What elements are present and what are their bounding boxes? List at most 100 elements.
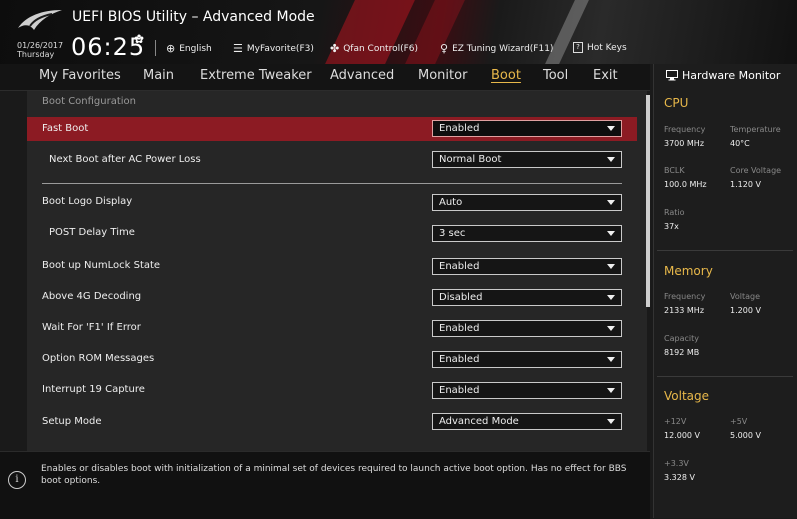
section-title: Boot Configuration	[42, 96, 137, 107]
section-divider	[42, 183, 622, 184]
above-4g-select[interactable]: Disabled	[432, 289, 622, 306]
qfan-label: Qfan Control(F6)	[343, 43, 419, 54]
setting-label-numlock: Boot up NumLock State	[42, 260, 161, 271]
app-title: UEFI BIOS Utility – Advanced Mode	[72, 9, 315, 25]
wait-f1-select[interactable]: Enabled	[432, 320, 622, 337]
tab-tool[interactable]: Tool	[543, 68, 568, 83]
v12-value: 12.000 V	[664, 431, 701, 440]
cpu-frequency-label: Frequency	[664, 125, 706, 134]
chevron-down-icon	[607, 326, 615, 331]
gear-icon[interactable]: ✿	[134, 32, 144, 46]
ez-tuning-label: EZ Tuning Wizard(F11)	[452, 43, 554, 54]
v5-label: +5V	[730, 417, 748, 426]
cpu-temperature-value: 40°C	[730, 139, 750, 148]
day-text: Thursday	[17, 50, 55, 59]
memory-frequency-value: 2133 MHz	[664, 306, 705, 315]
bclk-value: 100.0 MHz	[664, 180, 707, 189]
memory-frequency-label: Frequency	[664, 292, 706, 301]
tab-main[interactable]: Main	[143, 68, 174, 83]
v33-value: 3.328 V	[664, 473, 695, 482]
tab-exit[interactable]: Exit	[593, 68, 618, 83]
my-favorite-button[interactable]: ☰ MyFavorite(F3)	[233, 42, 314, 55]
memory-voltage-value: 1.200 V	[730, 306, 761, 315]
chevron-down-icon	[607, 357, 615, 362]
tab-extreme-tweaker[interactable]: Extreme Tweaker	[200, 68, 312, 83]
ez-tuning-wizard-button[interactable]: ♀ EZ Tuning Wizard(F11)	[440, 42, 553, 55]
setting-label-above-4g: Above 4G Decoding	[42, 291, 142, 302]
memory-voltage-label: Voltage	[730, 292, 761, 301]
chevron-down-icon	[607, 157, 615, 162]
main-nav: My Favorites Main Extreme Tweaker Advanc…	[0, 64, 650, 91]
core-voltage-label: Core Voltage	[730, 166, 782, 175]
tab-my-favorites[interactable]: My Favorites	[39, 68, 121, 83]
language-button[interactable]: ⊕ English	[166, 42, 212, 55]
setting-label-interrupt-19: Interrupt 19 Capture	[42, 384, 145, 395]
setting-label-next-boot-ac: Next Boot after AC Power Loss	[49, 154, 201, 165]
bulb-icon: ♀	[440, 42, 449, 55]
list-icon: ☰	[233, 42, 243, 55]
chevron-down-icon	[607, 200, 615, 205]
above-4g-value: Disabled	[439, 292, 483, 303]
setting-label-setup-mode: Setup Mode	[42, 416, 102, 427]
boot-logo-select[interactable]: Auto	[432, 194, 622, 211]
date-display: 01/26/2017 Thursday	[17, 41, 63, 59]
info-icon: i	[8, 471, 26, 489]
boot-logo-value: Auto	[439, 197, 463, 208]
tab-advanced[interactable]: Advanced	[330, 68, 394, 83]
setup-mode-select[interactable]: Advanced Mode	[432, 413, 622, 430]
my-favorite-label: MyFavorite(F3)	[246, 43, 314, 54]
header-divider	[155, 40, 156, 56]
tab-monitor[interactable]: Monitor	[418, 68, 467, 83]
setting-label-boot-logo: Boot Logo Display	[42, 196, 133, 207]
rog-logo-icon	[18, 10, 62, 30]
globe-icon: ⊕	[166, 42, 176, 55]
setting-label-fast-boot: Fast Boot	[42, 123, 89, 134]
bclk-label: BCLK	[664, 166, 685, 175]
qfan-control-button[interactable]: ✤ Qfan Control(F6)	[330, 42, 418, 55]
chevron-down-icon	[607, 388, 615, 393]
hw-divider	[657, 376, 793, 377]
question-key-icon: ?	[573, 42, 583, 53]
core-voltage-value: 1.120 V	[730, 180, 761, 189]
capacity-value: 8192 MB	[664, 348, 700, 357]
next-boot-ac-select[interactable]: Normal Boot	[432, 151, 622, 168]
voltage-section-title: Voltage	[664, 389, 710, 403]
interrupt-19-value: Enabled	[439, 385, 480, 396]
fast-boot-select[interactable]: Enabled	[432, 120, 622, 137]
cpu-section-title: CPU	[664, 96, 689, 110]
fan-icon: ✤	[330, 42, 340, 55]
numlock-select[interactable]: Enabled	[432, 258, 622, 275]
chevron-down-icon	[607, 295, 615, 300]
option-rom-select[interactable]: Enabled	[432, 351, 622, 368]
ratio-value: 37x	[664, 222, 679, 231]
memory-section-title: Memory	[664, 264, 713, 278]
v5-value: 5.000 V	[730, 431, 761, 440]
fast-boot-value: Enabled	[439, 123, 480, 134]
chevron-down-icon	[607, 126, 615, 131]
chevron-down-icon	[607, 419, 615, 424]
ratio-label: Ratio	[664, 208, 685, 217]
interrupt-19-select[interactable]: Enabled	[432, 382, 622, 399]
capacity-label: Capacity	[664, 334, 699, 343]
setting-label-option-rom: Option ROM Messages	[42, 353, 155, 364]
hot-keys-button[interactable]: ? Hot Keys	[573, 42, 627, 53]
hardware-monitor-label: Hardware Monitor	[682, 69, 781, 82]
monitor-icon	[666, 70, 678, 81]
option-rom-value: Enabled	[439, 354, 480, 365]
v12-label: +12V	[664, 417, 687, 426]
date-text: 01/26/2017	[17, 41, 64, 50]
setting-label-post-delay: POST Delay Time	[49, 227, 135, 238]
post-delay-select[interactable]: 3 sec	[432, 225, 622, 242]
v33-label: +3.3V	[664, 459, 689, 468]
language-label: English	[179, 43, 212, 54]
next-boot-ac-value: Normal Boot	[439, 154, 502, 165]
tab-boot[interactable]: Boot	[491, 68, 521, 83]
hardware-monitor-title: Hardware Monitor	[666, 69, 780, 82]
scrollbar[interactable]	[646, 95, 650, 307]
setup-mode-value: Advanced Mode	[439, 416, 519, 427]
chevron-down-icon	[607, 264, 615, 269]
setting-label-wait-f1: Wait For 'F1' If Error	[42, 322, 141, 333]
hw-divider	[657, 250, 793, 251]
wait-f1-value: Enabled	[439, 323, 480, 334]
help-description: Enables or disables boot with initializa…	[41, 464, 627, 486]
